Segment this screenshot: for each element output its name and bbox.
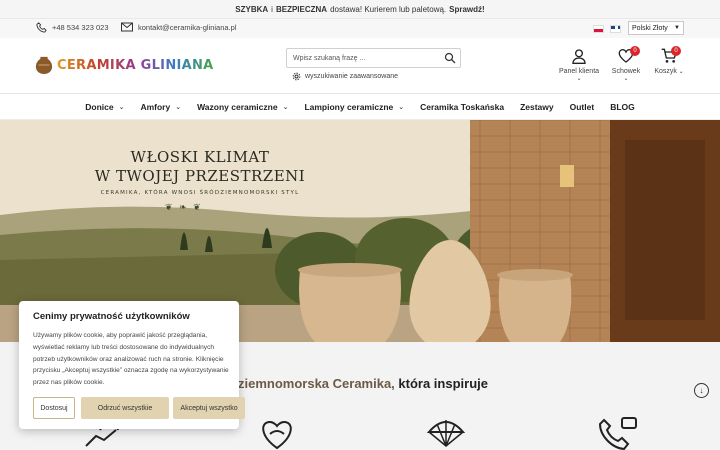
- account-button[interactable]: Panel klienta ⌄: [556, 48, 602, 82]
- chevron-down-icon: ▼: [674, 25, 680, 31]
- account-label: Panel klienta: [558, 68, 600, 75]
- contact-bar: +48 534 323 023 kontakt@ceramika-glinian…: [0, 19, 720, 38]
- cart-label: Koszyk: [654, 68, 677, 75]
- hero-title-line2: W TWOJEJ PRZESTRZENI: [94, 167, 306, 185]
- scroll-down-button[interactable]: ↓: [694, 383, 709, 398]
- nav-item-wazony[interactable]: Wazony ceramiczne ⌄: [189, 102, 296, 112]
- nav-item-toskanska[interactable]: Ceramika Toskańska: [412, 102, 512, 112]
- nav-item-outlet[interactable]: Outlet: [562, 102, 603, 112]
- phone-icon: [36, 22, 47, 33]
- wishlist-count-badge: 0: [630, 46, 640, 56]
- promo-bold-1: SZYBKA: [235, 4, 269, 14]
- section-title-accent: ziemnomorska Ceramika,: [238, 376, 395, 391]
- olive-branch-icon: ❦ ❧ ❦: [165, 202, 203, 212]
- email-link[interactable]: kontakt@ceramika-gliniana.pl: [121, 22, 237, 32]
- advanced-search-label: wyszukiwanie zaawansowane: [305, 73, 398, 80]
- search-placeholder: Wpisz szukaną frazę ...: [293, 54, 366, 62]
- chevron-down-icon: ⌄: [398, 103, 405, 111]
- cookie-consent-dialog: Cenimy prywatność użytkowników Używamy p…: [19, 301, 245, 429]
- hero-title: WŁOSKI KLIMAT W TWOJEJ PRZESTRZENI: [0, 148, 400, 186]
- wishlist-button[interactable]: Schowek ⌄ 0: [609, 46, 643, 82]
- vase-logo-icon: [35, 56, 53, 74]
- nav-item-blog[interactable]: BLOG: [602, 102, 643, 112]
- heart-leaf-icon: [262, 420, 292, 450]
- cookie-customize-button[interactable]: Dostosuj: [33, 397, 75, 419]
- nav-item-zestawy[interactable]: Zestawy: [512, 102, 562, 112]
- section-title: ziemnomorska Ceramika, która inspiruje: [238, 376, 488, 391]
- phone-number: +48 534 323 023: [52, 23, 109, 32]
- currency-value: Polski Złoty: [632, 24, 668, 32]
- mail-icon: [121, 22, 133, 32]
- nav-label: Amfory: [140, 101, 171, 112]
- cookie-accept-all-button[interactable]: Akceptuj wszystko: [173, 397, 245, 419]
- promo-text-2: dostawa! Kurierem lub paletową.: [330, 4, 447, 14]
- arrow-down-icon: ↓: [699, 386, 704, 395]
- chevron-down-icon: ⌄: [175, 103, 182, 111]
- main-nav: Donice ⌄ Amfory ⌄ Wazony ceramiczne ⌄ Lampi…: [0, 94, 720, 120]
- cookie-body: Używamy plików cookie, aby poprawić jako…: [33, 332, 229, 387]
- nav-label: Outlet: [569, 101, 595, 112]
- nav-label: Zestawy: [520, 101, 554, 112]
- gear-icon: [292, 72, 301, 81]
- cookie-reject-all-button[interactable]: Odrzuć wszystkie: [81, 397, 169, 419]
- search-input[interactable]: Wpisz szukaną frazę ...: [286, 48, 461, 68]
- section-title-rest: która inspiruje: [394, 376, 488, 391]
- nav-label: Donice: [85, 101, 114, 112]
- phone-link[interactable]: +48 534 323 023: [36, 22, 109, 33]
- cart-count-badge: 0: [671, 46, 681, 56]
- nav-label: Lampiony ceramiczne: [304, 101, 394, 112]
- currency-select[interactable]: Polski Złoty ▼: [628, 21, 684, 35]
- search-icon[interactable]: [444, 52, 456, 64]
- nav-label: Wazony ceramiczne: [197, 101, 278, 112]
- phone-chat-icon: [598, 417, 637, 450]
- wishlist-label: Schowek: [611, 68, 641, 75]
- nav-item-donice[interactable]: Donice ⌄: [77, 102, 132, 112]
- hero-title-line1: WŁOSKI KLIMAT: [130, 148, 270, 166]
- email-address: kontakt@ceramika-gliniana.pl: [138, 22, 237, 32]
- cookie-title: Cenimy prywatność użytkowników: [33, 311, 190, 322]
- promo-bar: SZYBKA i BEZPIECZNA dostawa! Kurierem lu…: [0, 0, 720, 19]
- user-icon: [572, 49, 586, 64]
- logo-wordmark: CERAMIKA GLINIANA: [57, 57, 214, 73]
- advanced-search-link[interactable]: wyszukiwanie zaawansowane: [292, 72, 398, 81]
- promo-text-1: i: [271, 4, 273, 14]
- logo-text: CERAMIKA GLINIANA: [57, 58, 214, 73]
- logo[interactable]: CERAMIKA GLINIANA: [35, 55, 214, 75]
- nav-item-amfory[interactable]: Amfory ⌄: [132, 102, 189, 112]
- parachute-delivery-icon: [426, 420, 466, 447]
- site-header: CERAMIKA GLINIANA Wpisz szukaną frazę ..…: [0, 38, 720, 94]
- nav-item-lampiony[interactable]: Lampiony ceramiczne ⌄: [296, 102, 412, 112]
- flag-pl-icon[interactable]: [593, 25, 604, 33]
- chevron-down-icon: ⌄: [118, 103, 125, 111]
- promo-bold-2: BEZPIECZNA: [275, 4, 328, 14]
- nav-label: BLOG: [610, 101, 635, 112]
- nav-label: Ceramika Toskańska: [420, 101, 505, 112]
- cart-button[interactable]: Koszyk ⌄ 0: [652, 46, 686, 75]
- hero-subtitle: CERAMIKA, KTÓRA WNOSI ŚRÓDZIEMNOMORSKI S…: [100, 190, 300, 196]
- chevron-down-icon: ⌄: [282, 103, 289, 111]
- flag-gb-icon[interactable]: [610, 25, 621, 33]
- promo-check-link[interactable]: Sprawdź!: [449, 5, 485, 14]
